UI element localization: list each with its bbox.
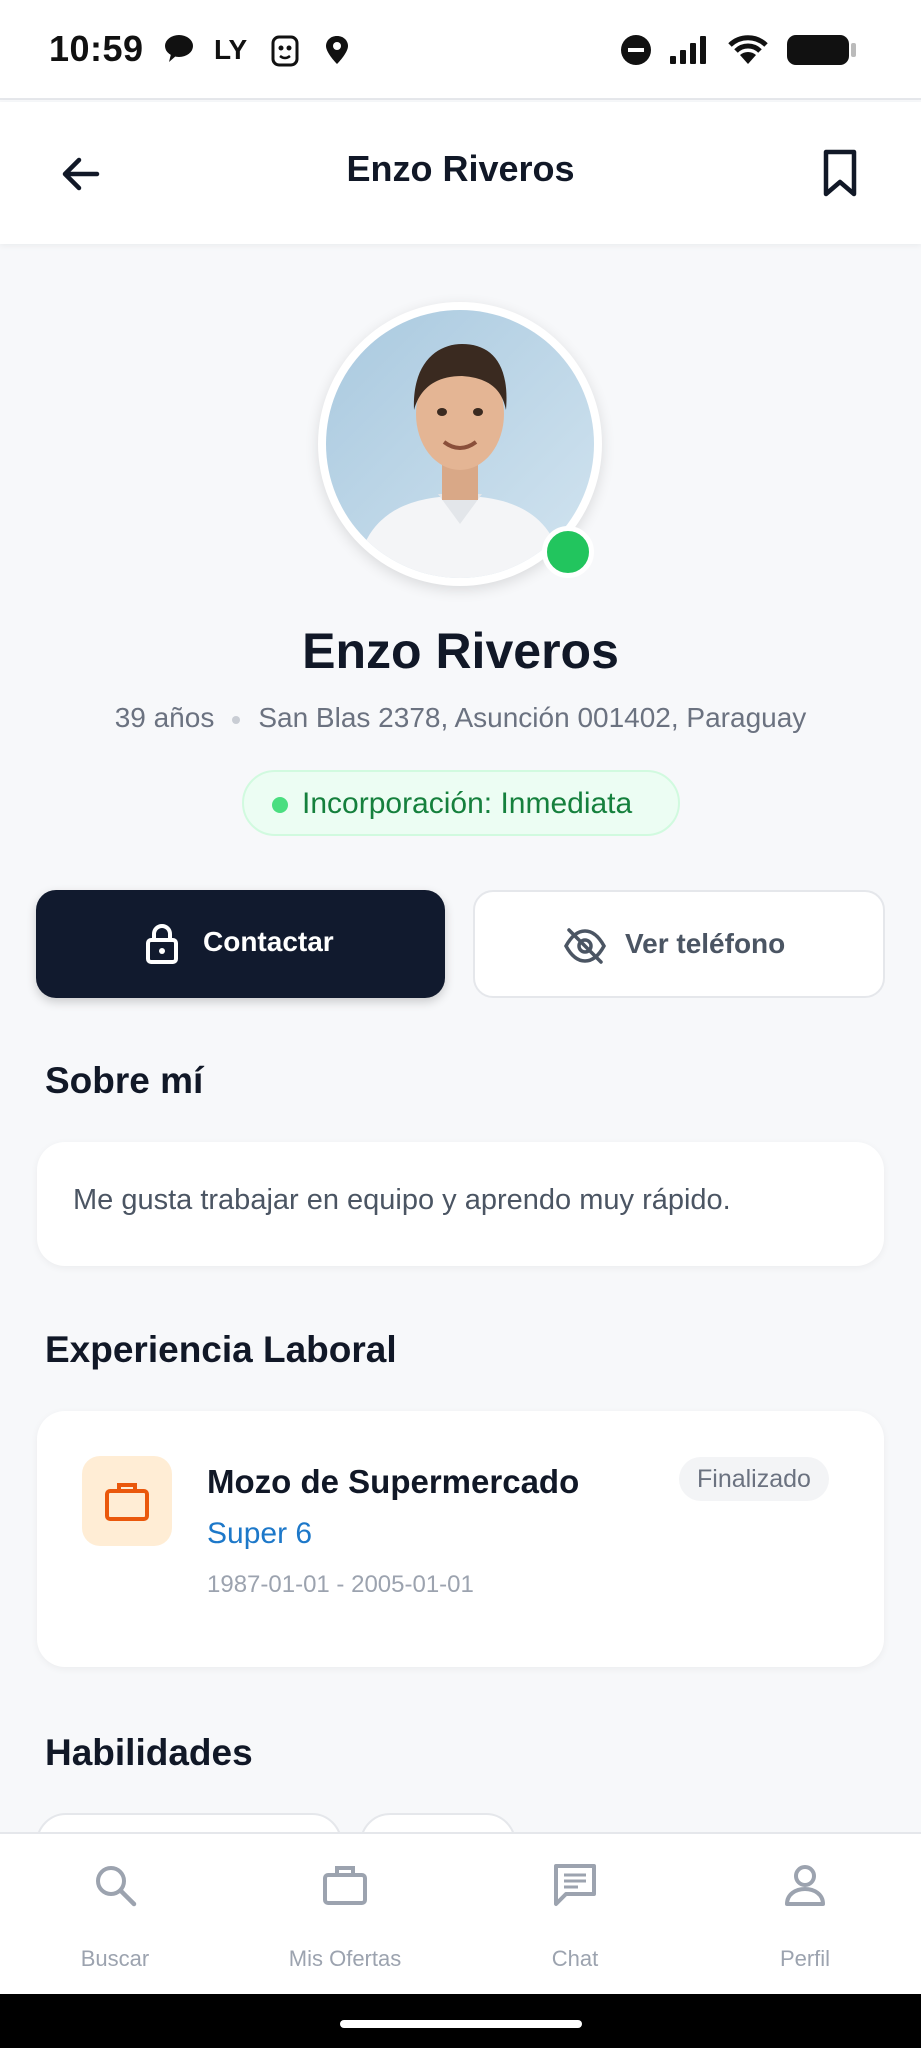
nav-item-chat[interactable]: Chat — [460, 1834, 690, 1996]
availability-dot — [272, 797, 288, 813]
nav-label-chat: Chat — [551, 1946, 599, 1971]
status-bar: 10:59 LY — [0, 0, 921, 100]
nav-label-my-offers: Mis Ofertas — [288, 1946, 402, 1971]
contact-button-label: Contactar — [203, 926, 334, 957]
wifi-icon — [728, 35, 768, 64]
nav-item-profile[interactable]: Perfil — [690, 1834, 920, 1996]
job-dates: 1987-01-01 - 2005-01-01 — [207, 1571, 474, 1598]
home-gesture-handle[interactable] — [340, 2020, 582, 2028]
page-title: Enzo Riveros — [346, 148, 575, 189]
nav-item-my-offers[interactable]: Mis Ofertas — [230, 1834, 460, 1996]
search-icon — [96, 1866, 137, 1907]
bottom-navigation: Buscar Mis Ofertas Chat Perfil — [0, 1832, 921, 1994]
briefcase-icon — [105, 1483, 149, 1521]
profile-address: San Blas 2378, Asunción 001402, Paraguay — [258, 702, 807, 733]
online-status-indicator — [542, 526, 594, 578]
job-company[interactable]: Super 6 — [207, 1517, 312, 1551]
skills-section-title: Habilidades — [45, 1732, 253, 1773]
job-title: Mozo de Supermercado — [207, 1463, 580, 1500]
availability-text: Incorporación: Inmediata — [302, 787, 633, 820]
lion-app-icon — [271, 35, 299, 67]
about-section-title: Sobre mí — [45, 1060, 204, 1101]
profile-meta: 39 años San Blas 2378, Asunción 001402, P… — [0, 702, 921, 734]
chat-icon — [554, 1864, 596, 1906]
profile-name: Enzo Riveros — [302, 623, 619, 679]
nav-label-profile: Perfil — [779, 1946, 831, 1971]
view-phone-button-label: Ver teléfono — [625, 928, 786, 959]
person-icon — [785, 1865, 825, 1906]
do-not-disturb-icon — [621, 35, 651, 65]
availability-badge: Incorporación: Inmediata — [242, 770, 680, 836]
nav-label-search: Buscar — [80, 1946, 150, 1971]
about-card: Me gusta trabajar en equipo y aprendo mu… — [37, 1142, 884, 1266]
bookmark-icon[interactable] — [816, 146, 864, 202]
profile-age: 39 años — [114, 702, 215, 733]
eye-off-icon — [564, 928, 606, 964]
signal-icon — [670, 36, 706, 64]
lock-icon — [146, 924, 178, 964]
job-status-badge: Finalizado — [679, 1457, 829, 1501]
experience-section-title: Experiencia Laboral — [45, 1329, 397, 1370]
status-time: 10:59 — [49, 28, 144, 69]
briefcase-icon — [323, 1866, 367, 1905]
battery-icon — [787, 35, 856, 65]
contact-button[interactable]: Contactar — [36, 890, 445, 998]
meta-separator-dot — [232, 715, 241, 724]
message-notification-icon — [165, 35, 193, 62]
experience-card[interactable]: Mozo de Supermercado Super 6 1987-01-01 … — [37, 1411, 884, 1667]
carrier-label: LY — [214, 34, 248, 65]
system-gesture-bar — [0, 1994, 921, 2048]
about-text: Me gusta trabajar en equipo y aprendo mu… — [73, 1184, 731, 1216]
location-pin-icon — [326, 36, 348, 64]
job-icon-tile — [82, 1456, 172, 1546]
app-header: Enzo Riveros — [0, 102, 921, 244]
nav-item-search[interactable]: Buscar — [0, 1834, 230, 1996]
view-phone-button[interactable]: Ver teléfono — [473, 890, 885, 998]
